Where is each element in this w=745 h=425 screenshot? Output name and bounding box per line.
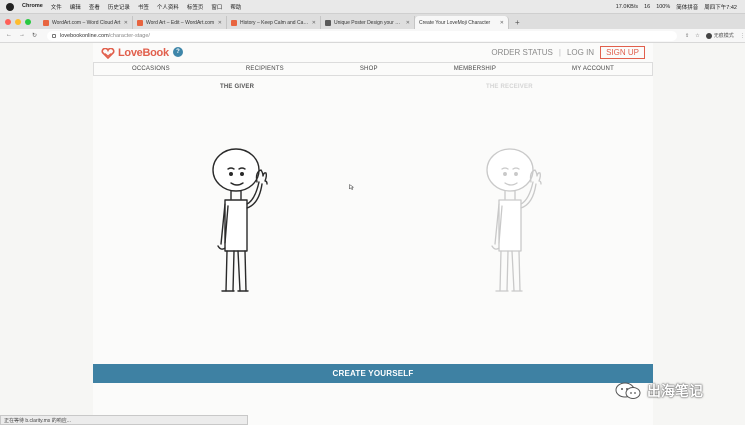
tab-wordart-cloud[interactable]: WordArt.com – Word Cloud Art ✕ xyxy=(39,16,133,29)
nav-recipients[interactable]: RECIPIENTS xyxy=(246,66,284,72)
watermark-text: 出海笔记 xyxy=(647,383,703,399)
tab-label: WordArt.com – Word Cloud Art xyxy=(52,19,121,26)
menu-profiles[interactable]: 个人资料 xyxy=(157,3,179,11)
page-content: LoveBook ? ORDER STATUS | LOG IN SIGN UP… xyxy=(93,43,653,425)
wordart-favicon-icon xyxy=(137,19,143,26)
watermark: 出海笔记 xyxy=(615,381,703,401)
heart-book-icon xyxy=(101,47,115,59)
tab-lovemoji[interactable]: Create Your LoveMoji Character ✕ xyxy=(415,16,509,29)
menu-dots-icon[interactable]: ⋮ xyxy=(740,33,745,39)
profile-label: 无痕模式 xyxy=(713,33,734,39)
lovebook-logo[interactable]: LoveBook xyxy=(101,47,169,59)
close-window-icon[interactable] xyxy=(5,19,11,25)
close-tab-icon[interactable]: ✕ xyxy=(124,20,128,26)
back-icon[interactable]: ← xyxy=(6,32,12,39)
reload-icon[interactable]: ↻ xyxy=(32,32,37,39)
close-tab-icon[interactable]: ✕ xyxy=(218,20,222,26)
tab-label: Unique Poster Design your own xyxy=(334,19,403,26)
minimize-window-icon[interactable] xyxy=(15,19,21,25)
giver-character[interactable] xyxy=(209,148,279,303)
tab-wordart-edit[interactable]: Word Art – Edit – WordArt.com ✕ xyxy=(133,16,227,29)
main-nav: OCCASIONS RECIPIENTS SHOP MEMBERSHIP MY … xyxy=(93,62,653,76)
tab-unique-poster[interactable]: Unique Poster Design your own ✕ xyxy=(321,16,415,29)
menubar-status: 17.0KB/s 16 100% 简体拼音 周四下午7:42 xyxy=(616,3,745,11)
menubar-menu: Chrome 文件 编辑 查看 历史记录 书签 个人资料 标签页 窗口 帮助 xyxy=(22,3,241,11)
nav-buttons: ← → ↻ xyxy=(6,32,37,39)
nav-shop[interactable]: SHOP xyxy=(360,66,378,72)
lock-icon[interactable] xyxy=(52,33,57,38)
maximize-window-icon[interactable] xyxy=(25,19,31,25)
bookmark-star-icon[interactable]: ☆ xyxy=(695,33,699,39)
address-bar[interactable]: lovebookonline.com /character-stage/ xyxy=(47,30,678,41)
nav-membership[interactable]: MEMBERSHIP xyxy=(454,66,496,72)
network-speed: 17.0KB/s xyxy=(615,3,639,10)
url-host: lovebookonline.com xyxy=(60,32,109,39)
new-tab-icon[interactable]: + xyxy=(515,18,520,27)
history-favicon-icon xyxy=(231,19,237,26)
menu-tabs[interactable]: 标签页 xyxy=(187,3,204,11)
apple-icon[interactable] xyxy=(6,2,14,11)
login-link[interactable]: LOG IN xyxy=(567,48,594,57)
account-nav: ORDER STATUS | LOG IN SIGN UP xyxy=(491,46,645,59)
toolbar-actions: ⇪ ☆ 无痕模式 ⋮ xyxy=(685,32,745,39)
forward-icon[interactable]: → xyxy=(19,32,25,39)
browser-status-bar: 正在等待 b.clarity.ms 的响应... xyxy=(0,415,248,425)
nav-divider: | xyxy=(558,48,561,57)
poster-favicon-icon xyxy=(325,19,331,26)
browser-tabstrip: WordArt.com – Word Cloud Art ✕ Word Art … xyxy=(0,14,745,29)
menu-file[interactable]: 文件 xyxy=(51,3,62,11)
mouse-cursor-icon xyxy=(349,184,355,190)
tab-history[interactable]: History – Keep Calm and Carry ✕ xyxy=(227,16,321,29)
order-status-link[interactable]: ORDER STATUS xyxy=(491,48,552,57)
menu-edit[interactable]: 编辑 xyxy=(70,3,81,11)
tab-label: History – Keep Calm and Carry xyxy=(240,19,309,26)
browser-toolbar: ← → ↻ lovebookonline.com /character-stag… xyxy=(0,29,745,43)
wechat-icon xyxy=(615,382,641,399)
macos-menubar: Chrome 文件 编辑 查看 历史记录 书签 个人资料 标签页 窗口 帮助 1… xyxy=(0,0,745,14)
incognito-profile-button[interactable]: 无痕模式 xyxy=(705,32,734,39)
notification-count[interactable]: 16 xyxy=(644,4,650,10)
receiver-character[interactable] xyxy=(483,148,553,303)
close-tab-icon[interactable]: ✕ xyxy=(406,20,410,26)
create-yourself-button[interactable]: CREATE YOURSELF xyxy=(93,364,653,383)
nav-occasions[interactable]: OCCASIONS xyxy=(132,66,170,72)
menu-help[interactable]: 帮助 xyxy=(230,3,241,11)
close-tab-icon[interactable]: ✕ xyxy=(500,20,504,26)
tab-label: Word Art – Edit – WordArt.com xyxy=(146,19,215,26)
clock[interactable]: 周四下午7:42 xyxy=(704,3,737,11)
battery-level[interactable]: 100% xyxy=(656,4,670,10)
menu-app[interactable]: Chrome xyxy=(22,3,43,11)
menu-window[interactable]: 窗口 xyxy=(211,3,222,11)
menu-view[interactable]: 查看 xyxy=(89,3,100,11)
window-controls xyxy=(5,19,31,25)
menu-history[interactable]: 历史记录 xyxy=(108,3,130,11)
close-tab-icon[interactable]: ✕ xyxy=(312,20,316,26)
help-button[interactable]: ? xyxy=(173,47,183,57)
nav-my-account[interactable]: MY ACCOUNT xyxy=(572,66,614,72)
giver-label[interactable]: THE GIVER xyxy=(220,84,254,90)
wordart-favicon-icon xyxy=(43,19,49,26)
menu-bookmarks[interactable]: 书签 xyxy=(138,3,149,11)
receiver-label[interactable]: THE RECEIVER xyxy=(486,84,533,90)
signup-button[interactable]: SIGN UP xyxy=(600,46,645,59)
incognito-icon xyxy=(705,32,712,39)
url-path: /character-stage/ xyxy=(108,32,150,39)
share-icon[interactable]: ⇪ xyxy=(685,33,689,39)
logo-text: LoveBook xyxy=(118,47,169,59)
tab-label: Create Your LoveMoji Character xyxy=(419,19,491,26)
input-method[interactable]: 简体拼音 xyxy=(676,3,698,11)
